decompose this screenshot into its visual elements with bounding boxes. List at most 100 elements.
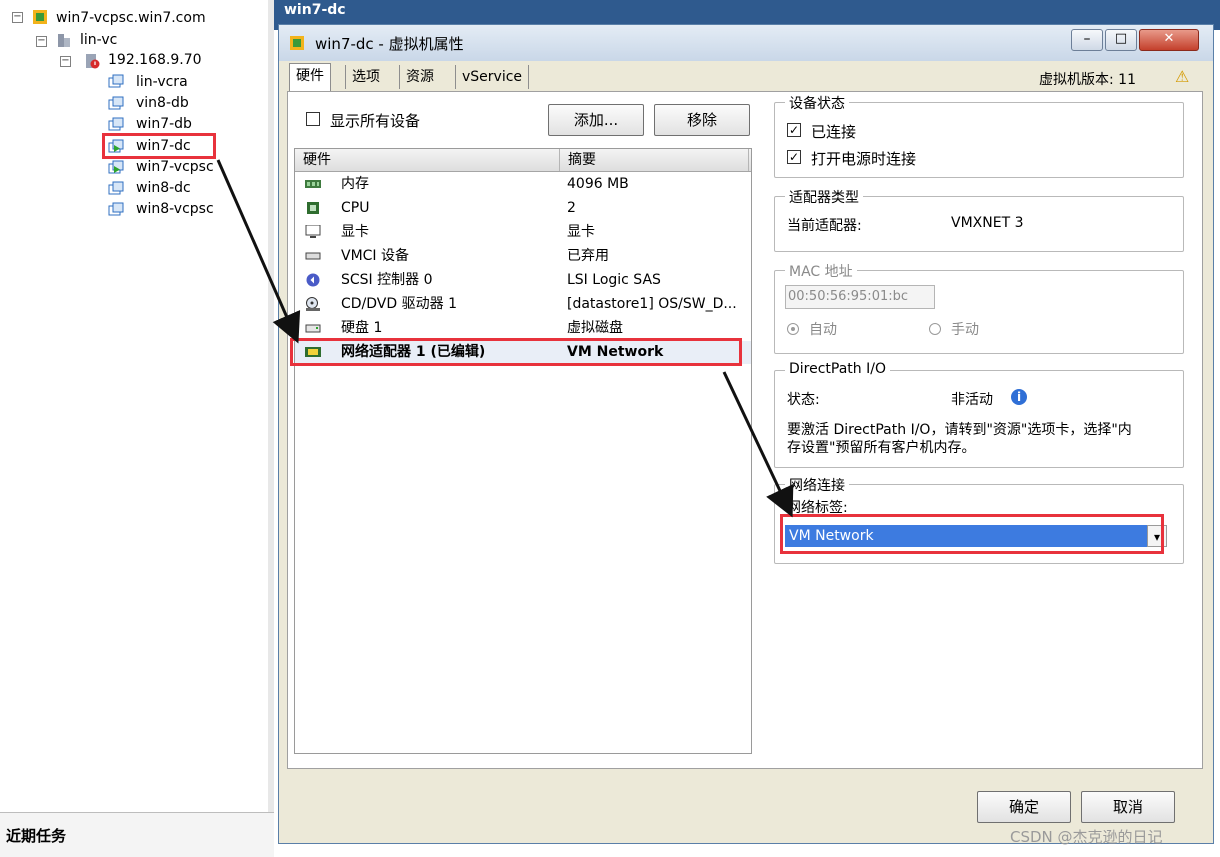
hardware-name: CD/DVD 驱动器 1 — [341, 296, 457, 312]
current-adapter-value: VMXNET 3 — [951, 215, 1024, 231]
cdrom-icon — [306, 297, 320, 311]
mac-address-title: MAC 地址 — [785, 261, 857, 281]
highlight-box-selected-vm — [102, 133, 216, 159]
minimize-button[interactable]: – — [1071, 29, 1103, 51]
hardware-summary: 2 — [567, 200, 576, 216]
collapse-root-icon[interactable]: − — [12, 12, 23, 23]
tree-vm-item[interactable]: win7-db — [136, 114, 192, 134]
hardware-summary: [datastore1] OS/SW_D... — [567, 296, 737, 312]
tab-vservice[interactable]: vService — [455, 65, 530, 89]
memory-icon — [305, 180, 321, 188]
collapse-datacenter-icon[interactable]: − — [36, 36, 47, 47]
vm-icon — [108, 117, 124, 131]
mac-manual-label: 手动 — [951, 322, 979, 338]
directpath-note-line1: 要激活 DirectPath I/O，请转到"资源"选项卡，选择"内 — [787, 422, 1132, 438]
tab-hardware[interactable]: 硬件 — [289, 63, 331, 92]
datacenter-icon — [58, 34, 70, 47]
tree-root-label[interactable]: win7-vcpsc.win7.com — [56, 8, 206, 28]
tree-vm-item[interactable]: win8-dc — [136, 178, 191, 198]
vm-icon — [108, 96, 124, 110]
mac-address-group: MAC 地址 00:50:56:95:01:bc 自动 手动 — [774, 261, 1184, 354]
connected-checkbox[interactable]: ✓ — [787, 123, 801, 137]
table-row[interactable]: 显卡 显卡 — [295, 221, 751, 244]
hardware-summary: 虚拟磁盘 — [567, 320, 623, 336]
current-adapter-label: 当前适配器: — [787, 218, 862, 234]
connect-at-power-on-checkbox[interactable]: ✓ — [787, 150, 801, 164]
monitor-icon — [305, 225, 321, 238]
adapter-type-group: 适配器类型 当前适配器: VMXNET 3 — [774, 187, 1184, 252]
ok-button[interactable]: 确定 — [977, 791, 1071, 823]
recent-tasks-bar: 近期任务 — [0, 812, 274, 857]
tree-vm-item[interactable]: vin8-db — [136, 93, 189, 113]
cpu-icon — [307, 202, 319, 214]
adapter-type-title: 适配器类型 — [785, 187, 863, 207]
hardware-table: 硬件 摘要 内存 4096 MB CPU 2 显卡 显卡 VMCI 设备 已弃用… — [294, 148, 752, 754]
scsi-icon — [306, 273, 320, 287]
remove-button[interactable]: 移除 — [654, 104, 750, 136]
vm-properties-dialog: win7-dc - 虚拟机属性 – □ ✕ 硬件 选项 资源 vService … — [278, 24, 1214, 844]
vm-version-label: 虚拟机版本: 11 — [1039, 72, 1136, 88]
connected-label: 已连接 — [811, 123, 857, 141]
table-row[interactable]: 硬盘 1 虚拟磁盘 — [295, 317, 751, 340]
table-row[interactable]: VMCI 设备 已弃用 — [295, 245, 751, 268]
vm-icon — [108, 74, 124, 88]
hardware-name: 硬盘 1 — [341, 320, 383, 336]
directpath-title: DirectPath I/O — [785, 361, 890, 377]
mac-auto-label: 自动 — [809, 322, 837, 338]
tree-vm-item[interactable]: win7-vcpsc — [136, 157, 214, 177]
hardware-name: SCSI 控制器 0 — [341, 272, 433, 288]
column-header-hardware[interactable]: 硬件 — [295, 149, 560, 171]
show-all-devices-checkbox[interactable] — [306, 112, 320, 126]
vm-icon — [108, 181, 124, 195]
table-row[interactable]: CPU 2 — [295, 197, 751, 220]
tree-vm-item[interactable]: win8-vcpsc — [136, 199, 214, 219]
inventory-tree: − win7-vcpsc.win7.com − lin-vc − 192.168… — [0, 0, 269, 812]
mac-manual-radio[interactable] — [929, 323, 941, 335]
network-connection-title: 网络连接 — [785, 475, 849, 495]
directpath-note-line2: 存设置"预留所有客户机内存。 — [787, 440, 976, 456]
hardware-name: 显卡 — [341, 224, 369, 240]
collapse-host-icon[interactable]: − — [60, 56, 71, 67]
cancel-button[interactable]: 取消 — [1081, 791, 1175, 823]
vm-running-icon — [108, 160, 124, 174]
directpath-status-value: 非活动 — [951, 392, 993, 408]
vm-properties-icon — [290, 36, 304, 50]
mac-auto-radio[interactable] — [787, 323, 799, 335]
mac-address-field[interactable]: 00:50:56:95:01:bc — [785, 285, 935, 309]
maximize-button[interactable]: □ — [1105, 29, 1137, 51]
tree-vm-item[interactable]: lin-vcra — [136, 72, 188, 92]
hardware-summary: 4096 MB — [567, 176, 629, 192]
hardware-name: 内存 — [341, 176, 369, 192]
recent-tasks-label: 近期任务 — [6, 827, 67, 845]
vmci-icon — [305, 252, 321, 260]
tree-scrollbar[interactable] — [268, 0, 274, 812]
info-icon[interactable]: i — [1011, 389, 1027, 405]
watermark: CSDN @杰克逊的日记 — [1010, 828, 1163, 846]
host-warning-icon — [86, 54, 100, 69]
tree-datacenter-label[interactable]: lin-vc — [80, 30, 117, 50]
tab-resources[interactable]: 资源 — [399, 65, 440, 89]
directpath-status-label: 状态: — [787, 392, 820, 408]
tab-options[interactable]: 选项 — [345, 65, 386, 89]
dialog-titlebar[interactable]: win7-dc - 虚拟机属性 – □ ✕ — [279, 25, 1213, 61]
table-row[interactable]: CD/DVD 驱动器 1 [datastore1] OS/SW_D... — [295, 293, 751, 316]
device-status-title: 设备状态 — [785, 93, 849, 113]
hardware-name: CPU — [341, 200, 370, 216]
column-header-summary[interactable]: 摘要 — [560, 149, 749, 171]
connect-at-power-on-label: 打开电源时连接 — [811, 150, 917, 168]
background-title-text: win7-dc — [284, 2, 346, 18]
highlight-box-network-label — [780, 514, 1164, 554]
tree-host-label[interactable]: 192.168.9.70 — [108, 50, 202, 70]
vcenter-icon — [33, 10, 47, 24]
close-button[interactable]: ✕ — [1139, 29, 1199, 51]
hardware-name: VMCI 设备 — [341, 248, 410, 264]
dialog-title: win7-dc - 虚拟机属性 — [315, 35, 464, 53]
add-button[interactable]: 添加... — [548, 104, 644, 136]
table-row[interactable]: 内存 4096 MB — [295, 173, 751, 196]
hardware-summary: 显卡 — [567, 224, 595, 240]
show-all-devices-label: 显示所有设备 — [330, 112, 421, 130]
hardware-tab-panel: 显示所有设备 添加... 移除 硬件 摘要 内存 4096 MB CPU 2 显… — [287, 91, 1203, 769]
table-row[interactable]: SCSI 控制器 0 LSI Logic SAS — [295, 269, 751, 292]
device-status-group: 设备状态 ✓ 已连接 ✓ 打开电源时连接 — [774, 93, 1184, 178]
hardware-table-header: 硬件 摘要 — [295, 149, 751, 172]
